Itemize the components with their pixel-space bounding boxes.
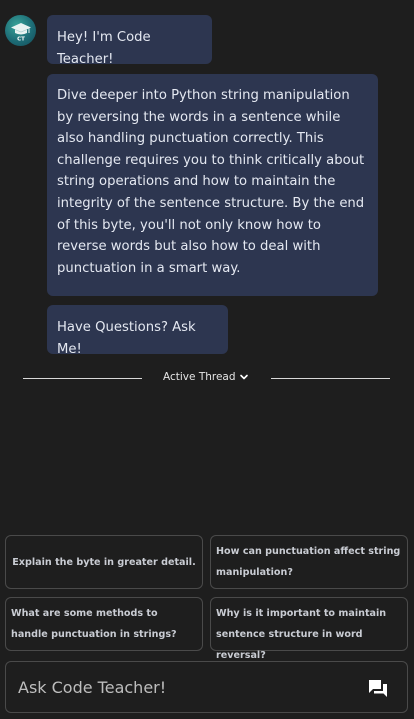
graduation-cap-icon: CT <box>10 22 31 42</box>
ask-input[interactable] <box>18 674 348 700</box>
message-greeting: Hey! I'm Code Teacher! <box>47 15 212 67</box>
suggestion-button[interactable]: How can punctuation affect string manipu… <box>210 535 408 589</box>
divider-line-right <box>271 378 390 379</box>
message-byte-description: Dive deeper into Python string manipulat… <box>47 74 378 296</box>
active-thread-label: Active Thread <box>163 371 236 383</box>
message-ask-prompt: Have Questions? Ask Me! <box>47 305 228 357</box>
chevron-down-icon <box>239 374 248 380</box>
code-teacher-avatar: CT <box>5 15 36 46</box>
svg-text:CT: CT <box>17 36 25 42</box>
suggestion-button[interactable]: Why is it important to maintain sentence… <box>210 597 408 661</box>
active-thread-toggle[interactable]: Active Thread <box>163 371 249 383</box>
send-button[interactable] <box>368 678 388 698</box>
chat-input-bar <box>5 661 408 713</box>
chat-bubbles-icon <box>369 680 387 697</box>
thread-divider: Active Thread <box>0 370 414 388</box>
divider-line-left <box>23 378 142 379</box>
suggestion-button[interactable]: Explain the byte in greater detail. <box>5 535 203 589</box>
suggestion-button[interactable]: What are some methods to handle punctuat… <box>5 597 203 651</box>
